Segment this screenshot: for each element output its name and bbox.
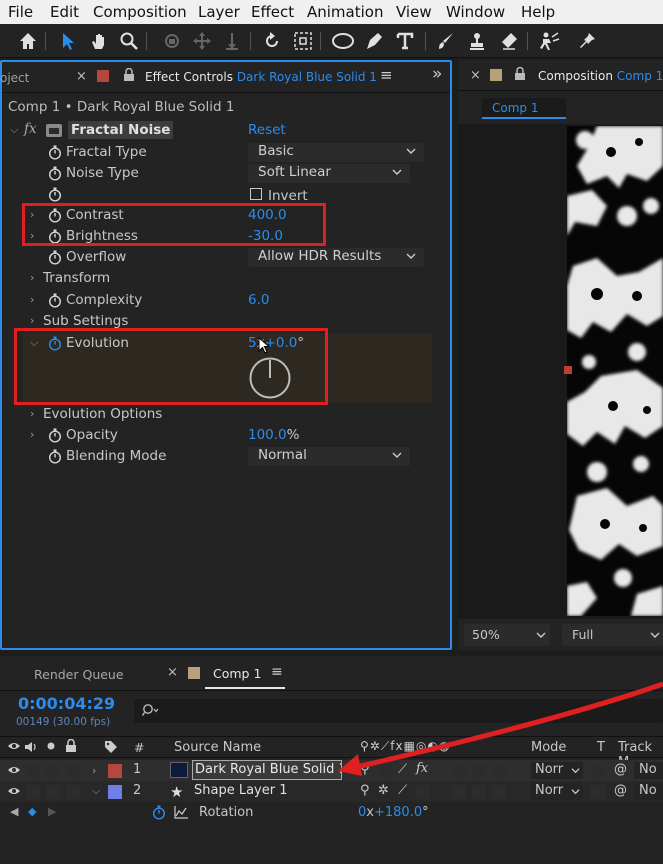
annotation-arrow (338, 681, 663, 776)
